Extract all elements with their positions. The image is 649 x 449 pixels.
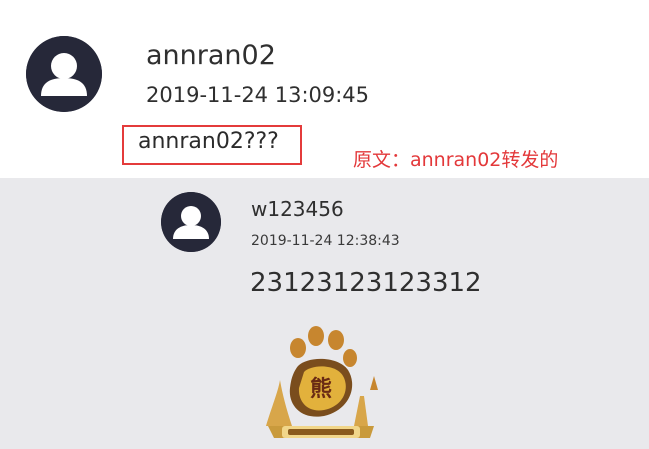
repost-timestamp: 2019-11-24 12:38:43 — [251, 233, 400, 249]
game-logo-image[interactable]: 熊 — [258, 326, 384, 444]
repost-username[interactable]: w123456 — [251, 197, 344, 221]
post-timestamp: 2019-11-24 13:09:45 — [146, 83, 370, 107]
user-avatar[interactable] — [26, 36, 102, 112]
repost-avatar[interactable] — [161, 192, 221, 252]
post-username[interactable]: annran02 — [146, 40, 276, 71]
repost-content: 23123123123312 — [250, 268, 482, 298]
game-logo-icon: 熊 — [266, 326, 378, 438]
post-content: annran02??? — [138, 129, 279, 154]
reposted-post[interactable]: w123456 2019-11-24 12:38:43 231231231233… — [0, 178, 649, 449]
annotation-label: 原文：annran02转发的 — [353, 149, 559, 171]
user-avatar-icon — [26, 36, 102, 112]
svg-text:熊: 熊 — [310, 376, 332, 402]
user-avatar-icon — [161, 192, 221, 252]
